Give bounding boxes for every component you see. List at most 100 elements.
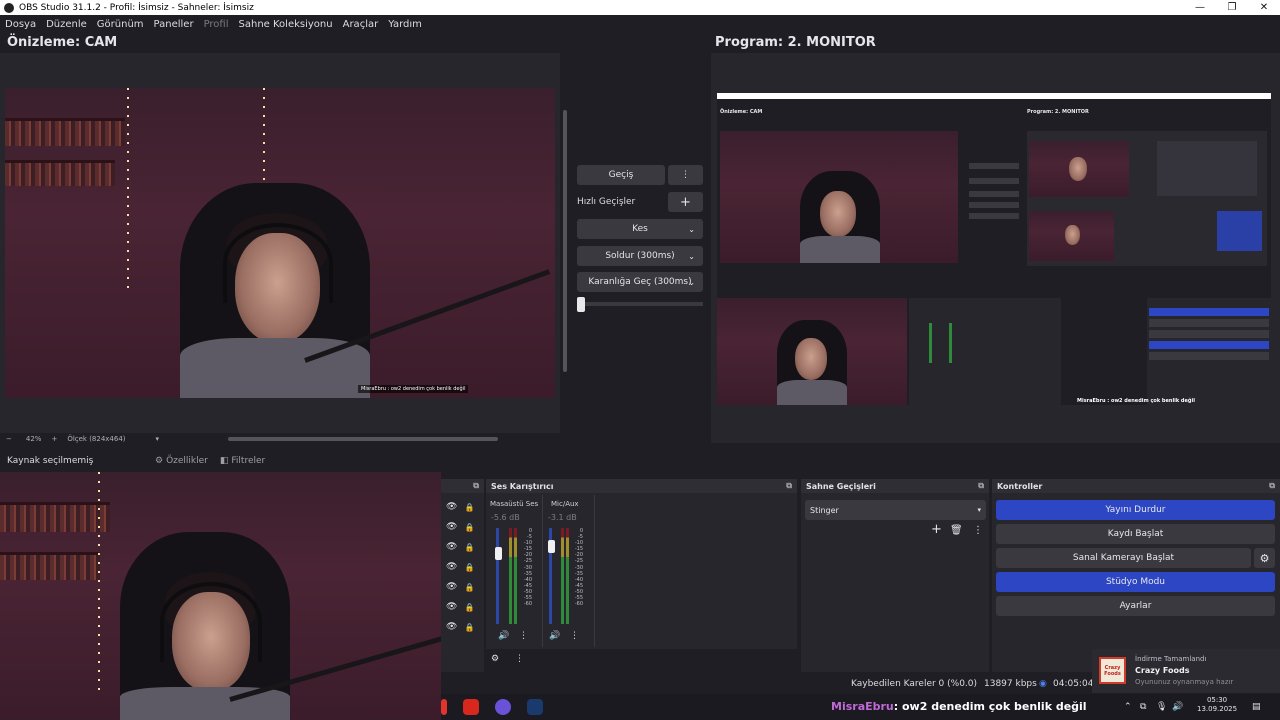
studio-mode-button[interactable]: Stüdyo Modu — [996, 572, 1275, 592]
close-button[interactable]: ✕ — [1248, 0, 1280, 15]
eye-icon[interactable]: 👁 — [446, 602, 457, 612]
stop-streaming-button[interactable]: Yayını Durdur — [996, 500, 1275, 520]
mic-volume-fader[interactable] — [548, 540, 555, 553]
add-quick-transition-button[interactable]: + — [668, 192, 703, 212]
zoom-out-button[interactable]: − — [6, 435, 12, 443]
chevron-down-icon[interactable]: ⌄ — [688, 278, 695, 287]
menu-file[interactable]: Dosya — [0, 19, 41, 30]
clock-time: 05:30 — [1206, 696, 1228, 704]
tray-overflow-icon[interactable]: ⌃ — [1124, 702, 1132, 712]
volume-icon[interactable]: 🔊 — [1172, 702, 1183, 712]
transition-more-icon[interactable]: ⋮ — [973, 525, 983, 536]
lock-icon[interactable]: 🔒 — [464, 543, 474, 552]
lock-icon[interactable]: 🔒 — [464, 563, 474, 572]
source-row[interactable]: 👁 🔒 — [446, 600, 476, 614]
zoom-in-button[interactable]: + — [51, 435, 57, 443]
microphone-icon[interactable]: 🎙 — [1156, 702, 1167, 712]
properties-label: Özellikler — [166, 456, 208, 466]
undock-icon[interactable]: ⧉ — [1269, 481, 1275, 491]
start-recording-button[interactable]: Kaydı Başlat — [996, 524, 1275, 544]
steam-icon[interactable] — [527, 699, 543, 715]
settings-button[interactable]: Ayarlar — [996, 596, 1275, 616]
eye-icon[interactable]: 👁 — [446, 502, 457, 512]
properties-button[interactable]: ⚙ Özellikler — [155, 456, 208, 466]
preview-title: Önizleme: CAM — [7, 35, 118, 50]
start-virtual-camera-button[interactable]: Sanal Kamerayı Başlat — [996, 548, 1251, 568]
menu-tools[interactable]: Araçlar — [338, 19, 384, 30]
chevron-down-icon[interactable]: ⌄ — [688, 252, 695, 261]
preview-canvas[interactable]: MisraEbru : ow2 denedim çok benlik değil — [0, 53, 560, 433]
desktop-peak-meter-r — [514, 528, 517, 624]
eye-icon[interactable]: 👁 — [446, 622, 457, 632]
channel-desktop-db: -5.6 dB — [491, 513, 520, 522]
undock-icon[interactable]: ⧉ — [786, 481, 792, 491]
mixer-settings-icon[interactable]: ⚙ — [491, 654, 499, 664]
source-row[interactable]: 👁 🔒 — [446, 520, 476, 534]
source-row[interactable]: 👁 🔒 — [446, 620, 476, 634]
dropped-frames: Kaybedilen Kareler 0 (%0.0) — [851, 679, 978, 689]
eye-icon[interactable]: 👁 — [446, 522, 457, 532]
taskbar-app-icon[interactable] — [441, 699, 447, 715]
source-row[interactable]: 👁 🔒 — [446, 500, 476, 514]
source-row[interactable]: 👁 🔒 — [446, 540, 476, 554]
transition-select[interactable]: Stinger ▾ — [805, 500, 986, 520]
desktop-mute-speaker-icon[interactable]: 🔊 — [498, 631, 509, 641]
mic-more-icon[interactable]: ⋮ — [570, 631, 579, 641]
transition-button[interactable]: Geçiş — [577, 165, 665, 185]
chevron-down-icon[interactable]: ⌄ — [688, 225, 695, 234]
download-toast[interactable]: Crazy Foods İndirme Tamamlandı Crazy Foo… — [1092, 649, 1280, 693]
menu-help[interactable]: Yardım — [383, 19, 427, 30]
lock-icon[interactable]: 🔒 — [464, 603, 474, 612]
preview-vertical-scrollbar[interactable] — [563, 110, 567, 372]
scale-chevron-icon[interactable]: ▾ — [156, 435, 160, 443]
tray-display-icon[interactable]: ⧉ — [1140, 702, 1146, 712]
lock-icon[interactable]: 🔒 — [464, 623, 474, 632]
menu-docks[interactable]: Paneller — [149, 19, 199, 30]
preview-webcam-image: MisraEbru : ow2 denedim çok benlik değil — [5, 88, 555, 398]
taskbar-app-icon[interactable] — [495, 699, 511, 715]
quick-transition-cut[interactable]: Kes ⌄ — [577, 219, 703, 239]
undock-icon[interactable]: ⧉ — [978, 481, 984, 491]
notification-icon[interactable]: ▤ — [1252, 702, 1261, 712]
program-canvas[interactable]: Önizleme: CAM Program: 2. MONITOR MisraE… — [711, 53, 1280, 443]
mixer-more-icon[interactable]: ⋮ — [515, 654, 524, 664]
virtual-camera-settings-gear-icon[interactable]: ⚙ — [1254, 548, 1275, 568]
chevron-down-icon[interactable]: ▾ — [977, 506, 981, 514]
trash-icon[interactable]: 🗑 — [950, 525, 963, 536]
desktop-more-icon[interactable]: ⋮ — [519, 631, 528, 641]
eye-icon[interactable]: 👁 — [446, 542, 457, 552]
source-row[interactable]: 👁 🔒 — [446, 580, 476, 594]
mic-peak-meter-l — [561, 528, 564, 624]
undock-icon[interactable]: ⧉ — [473, 481, 479, 491]
add-transition-button[interactable]: + — [931, 522, 942, 537]
menu-scene-collection[interactable]: Sahne Koleksiyonu — [234, 19, 338, 30]
quick-transition-fade[interactable]: Soldur (300ms) ⌄ — [577, 246, 703, 266]
scale-select[interactable]: Ölçek (824x464) — [67, 435, 125, 443]
menu-view[interactable]: Görünüm — [92, 19, 149, 30]
desktop-volume-fader[interactable] — [495, 547, 502, 560]
quick-transition-fade-to-black[interactable]: Karanlığa Geç (300ms) ⌄ — [577, 272, 703, 292]
taskbar-app-icon[interactable] — [463, 699, 479, 715]
taskbar-clock[interactable]: 05:30 13.09.2025 — [1197, 696, 1237, 714]
minimize-button[interactable]: — — [1184, 0, 1216, 15]
menu-profile[interactable]: Profil — [199, 19, 234, 30]
preview-horizontal-scrollbar[interactable] — [228, 437, 498, 441]
transition-slider-handle[interactable] — [577, 297, 585, 312]
mic-mute-speaker-icon[interactable]: 🔊 — [549, 631, 560, 641]
window-titlebar: OBS Studio 31.1.2 - Profil: İsimsiz - Sa… — [0, 0, 1280, 15]
clock-date: 13.09.2025 — [1197, 705, 1238, 713]
desktop-db-scale: 0 -5 -10 -15 -20 -25 -30 -35 -40 -45 -50 -55 -60 — [523, 528, 532, 608]
lock-icon[interactable]: 🔒 — [464, 503, 474, 512]
lock-icon[interactable]: 🔒 — [464, 523, 474, 532]
restore-button[interactable]: ❐ — [1216, 0, 1248, 15]
lock-icon[interactable]: 🔒 — [464, 583, 474, 592]
menu-edit[interactable]: Düzenle — [41, 19, 92, 30]
source-row[interactable]: 👁 🔒 — [446, 560, 476, 574]
transition-more-button[interactable]: ⋮ — [668, 165, 703, 185]
filters-label: Filtreler — [231, 456, 266, 466]
filters-button[interactable]: ◧ Filtreler — [220, 456, 265, 466]
preview-chat-overlay: MisraEbru : ow2 denedim çok benlik değil — [358, 385, 469, 393]
transition-slider-track[interactable] — [577, 302, 703, 306]
eye-icon[interactable]: 👁 — [446, 562, 457, 572]
eye-icon[interactable]: 👁 — [446, 582, 457, 592]
